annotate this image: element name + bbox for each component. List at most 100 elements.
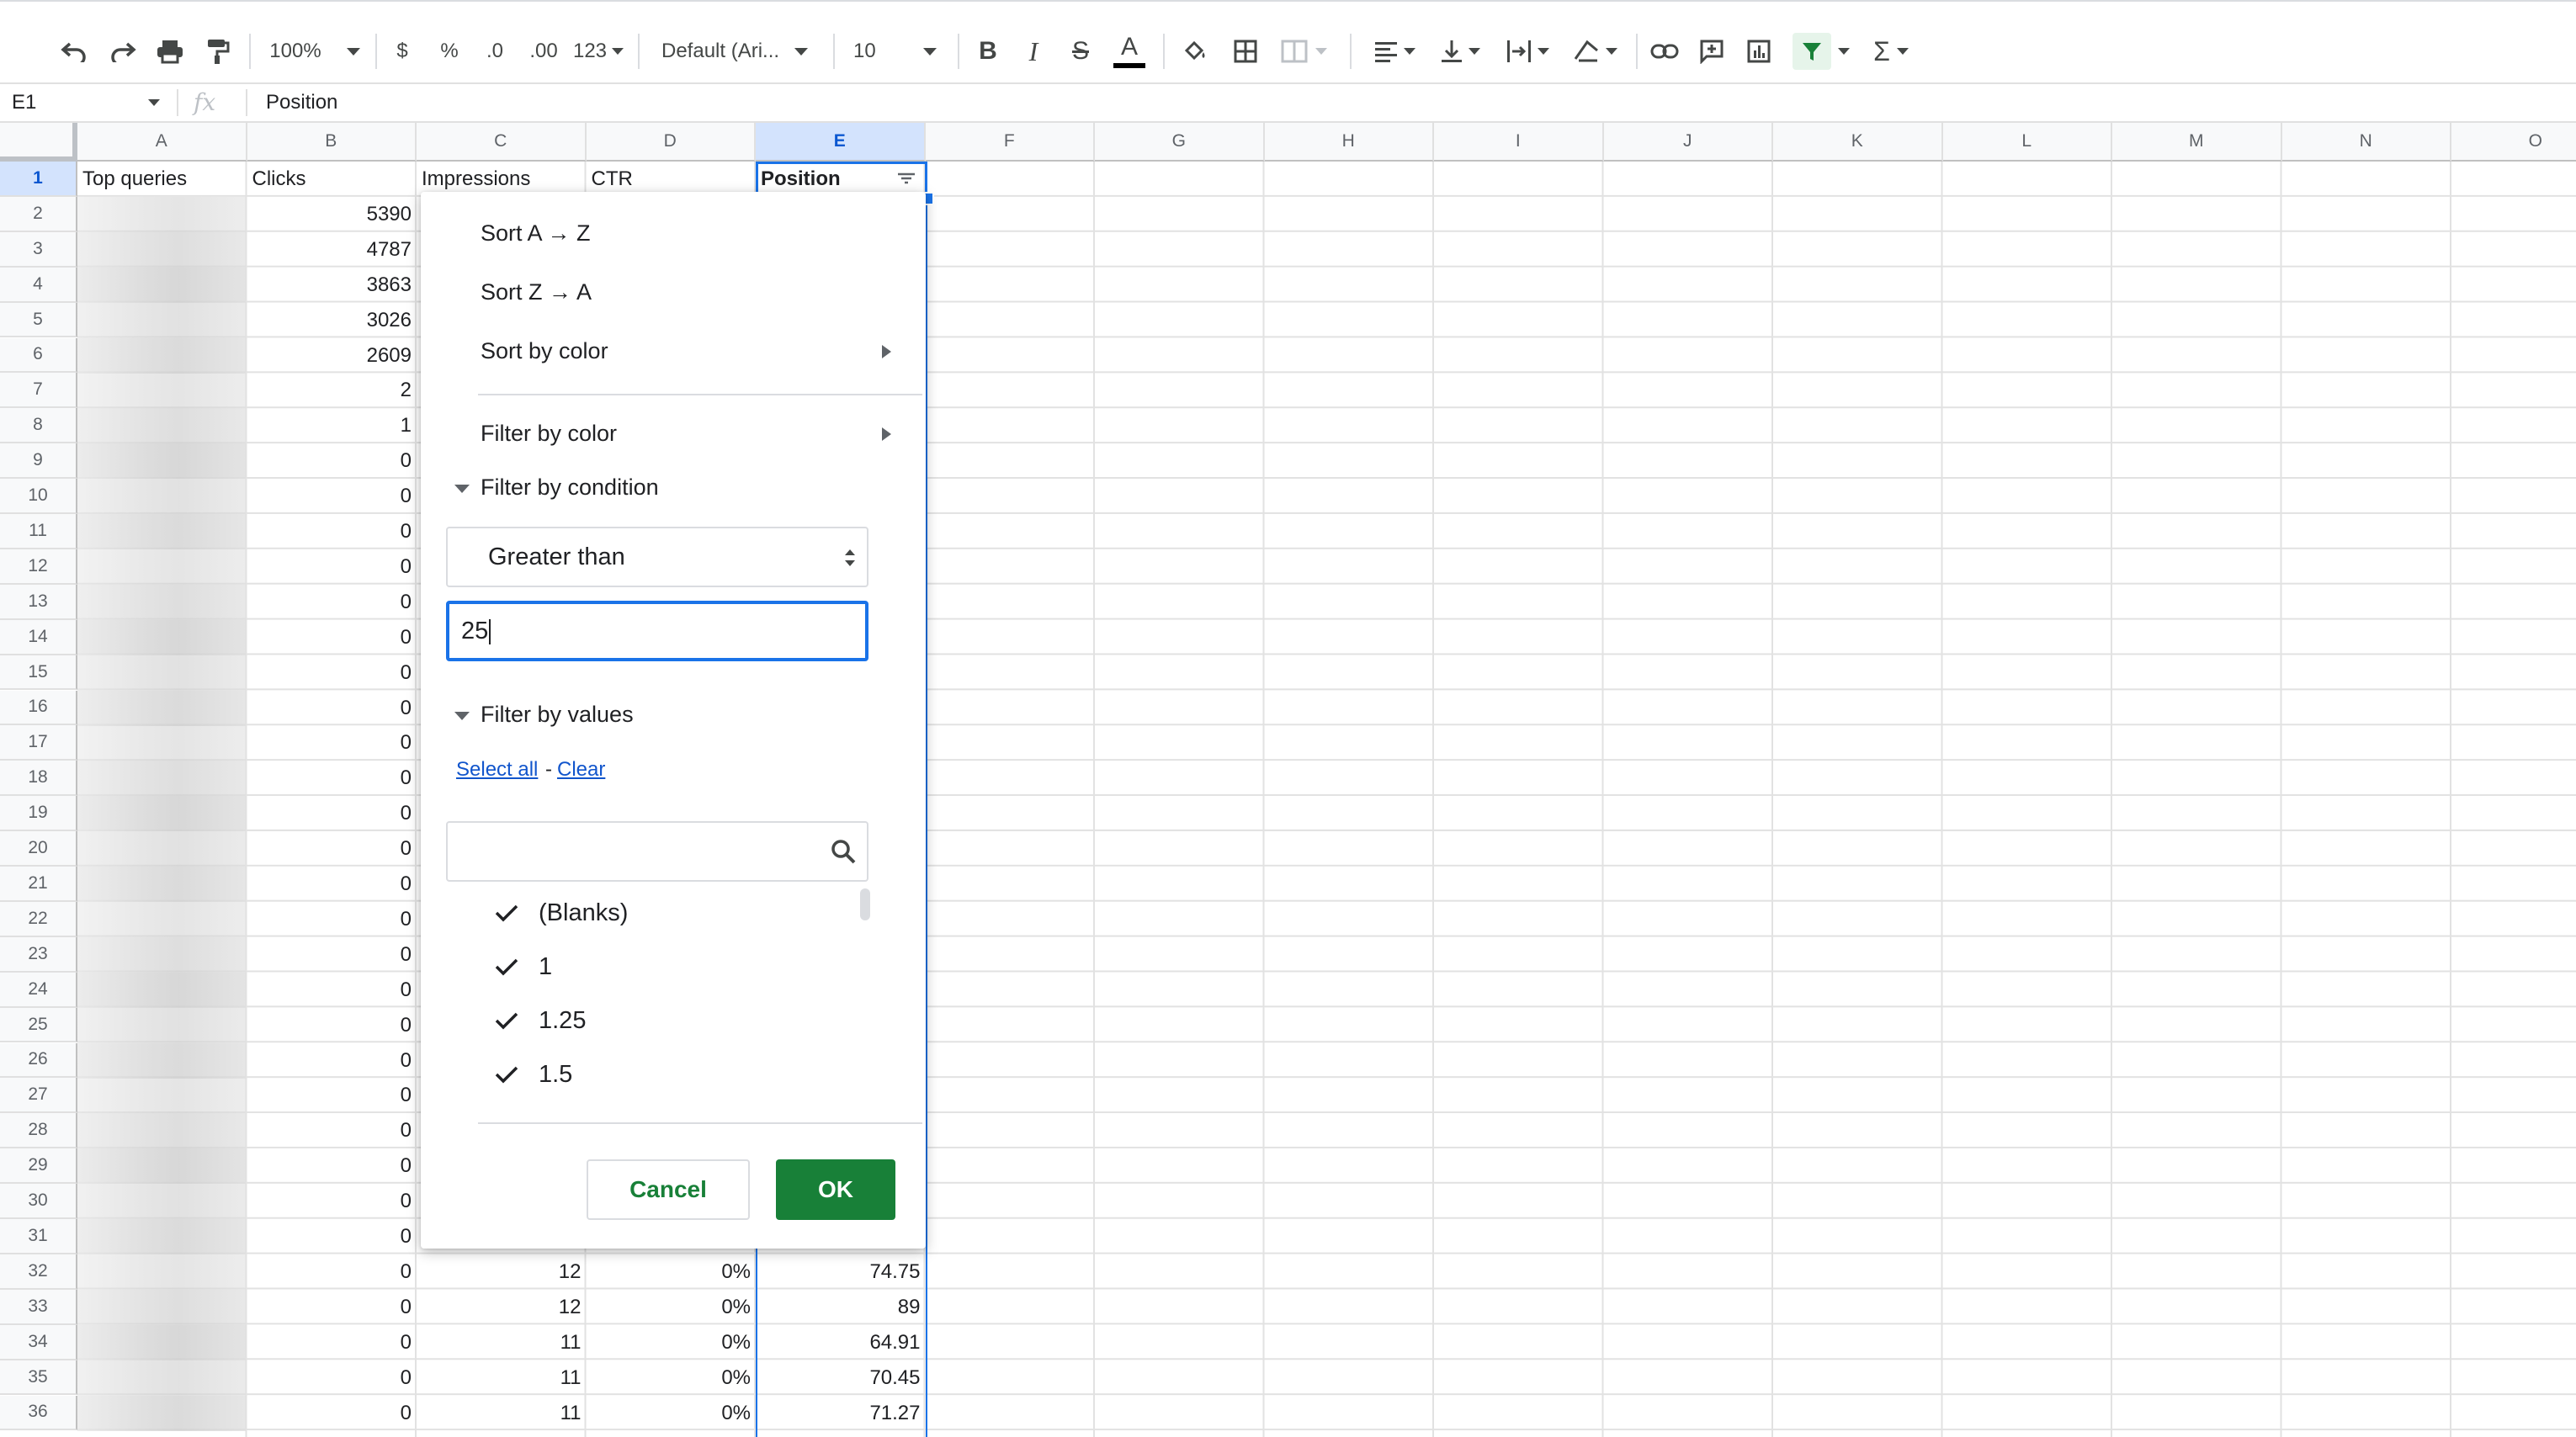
clicks-cell[interactable]: 0	[247, 691, 417, 726]
position-cell[interactable]: 64.91	[756, 1325, 926, 1360]
redacted-query-cell[interactable]	[77, 690, 246, 726]
clicks-cell[interactable]: 0	[247, 867, 417, 902]
clicks-cell[interactable]: 0	[247, 725, 417, 761]
redacted-query-cell[interactable]	[77, 584, 246, 620]
clear-link[interactable]: Clear	[557, 758, 605, 782]
clicks-cell[interactable]: 0	[247, 1325, 417, 1360]
row-header-31[interactable]: 31	[0, 1219, 77, 1254]
position-cell[interactable]: 71.27	[756, 1396, 926, 1431]
column-header-b[interactable]: B	[247, 123, 417, 162]
redacted-query-cell[interactable]	[77, 1289, 246, 1325]
redacted-query-cell[interactable]	[77, 1360, 246, 1396]
name-box-dropdown-icon[interactable]	[148, 99, 160, 106]
clicks-cell[interactable]: 2609	[247, 338, 417, 374]
row-header-34[interactable]: 34	[0, 1324, 77, 1360]
clicks-cell[interactable]: 0	[247, 1360, 417, 1396]
row-header-29[interactable]: 29	[0, 1148, 77, 1185]
column-header-i[interactable]: I	[1434, 123, 1604, 162]
clicks-cell[interactable]: 0	[247, 1254, 417, 1290]
row-header-2[interactable]: 2	[0, 196, 77, 232]
redacted-query-cell[interactable]	[77, 1007, 246, 1043]
clicks-cell[interactable]: 0	[247, 514, 417, 549]
value-option[interactable]: 1	[490, 946, 552, 988]
select-all-corner[interactable]	[0, 123, 77, 162]
row-header-27[interactable]: 27	[0, 1078, 77, 1114]
clicks-cell[interactable]: 0	[247, 1043, 417, 1079]
clicks-cell[interactable]: 0	[247, 1219, 417, 1254]
redacted-query-cell[interactable]	[77, 831, 246, 867]
clicks-cell[interactable]: 3863	[247, 268, 417, 303]
clicks-cell[interactable]: 3026	[247, 303, 417, 338]
redacted-query-cell[interactable]	[77, 936, 246, 973]
impressions-cell[interactable]: 11	[417, 1325, 587, 1360]
row-header-3[interactable]: 3	[0, 231, 77, 268]
column-header-f[interactable]: F	[925, 123, 1095, 162]
sort-z-a[interactable]: Sort Z → A	[481, 279, 592, 305]
position-cell[interactable]: 70.45	[756, 1360, 926, 1396]
column-header-e[interactable]: E	[756, 123, 926, 162]
redacted-query-cell[interactable]	[77, 549, 246, 585]
value-option[interactable]: 1.25	[490, 1000, 586, 1042]
row-header-17[interactable]: 17	[0, 725, 77, 761]
column-header-k[interactable]: K	[1773, 123, 1943, 162]
clicks-cell[interactable]: 0	[247, 1078, 417, 1113]
row-header-28[interactable]: 28	[0, 1113, 77, 1149]
clicks-cell[interactable]: 0	[247, 902, 417, 937]
row-header-20[interactable]: 20	[0, 831, 77, 867]
row-header-18[interactable]: 18	[0, 761, 77, 797]
column-header-m[interactable]: M	[2112, 123, 2282, 162]
position-cell[interactable]: 89	[756, 1290, 926, 1325]
ctr-cell[interactable]: 0%	[587, 1396, 757, 1431]
column-header-g[interactable]: G	[1095, 123, 1265, 162]
column-header-a[interactable]: A	[77, 123, 247, 162]
impressions-cell[interactable]: 12	[417, 1290, 587, 1325]
row-header-8[interactable]: 8	[0, 408, 77, 444]
clicks-cell[interactable]: 4787	[247, 232, 417, 268]
header-top-queries[interactable]: Top queries	[77, 162, 247, 197]
row-header-23[interactable]: 23	[0, 936, 77, 973]
row-header-33[interactable]: 33	[0, 1289, 77, 1325]
column-header-l[interactable]: L	[1942, 123, 2112, 162]
ctr-cell[interactable]: 0%	[587, 1254, 757, 1290]
clicks-cell[interactable]: 0	[247, 1008, 417, 1043]
cancel-button[interactable]: Cancel	[587, 1159, 750, 1220]
clicks-cell[interactable]: 0	[247, 585, 417, 620]
sort-a-z[interactable]: Sort A → Z	[481, 220, 591, 247]
redacted-query-cell[interactable]	[77, 1042, 246, 1079]
header-clicks[interactable]: Clicks	[247, 162, 417, 197]
row-header-13[interactable]: 13	[0, 584, 77, 620]
redacted-query-cell[interactable]	[77, 725, 246, 761]
redacted-query-cell[interactable]	[77, 1324, 246, 1360]
redacted-query-cell[interactable]	[77, 514, 246, 549]
row-header-21[interactable]: 21	[0, 867, 77, 902]
clicks-cell[interactable]: 0	[247, 1113, 417, 1148]
row-header-32[interactable]: 32	[0, 1254, 77, 1290]
redacted-query-cell[interactable]	[77, 761, 246, 797]
redacted-query-cell[interactable]	[77, 196, 246, 232]
row-header-5[interactable]: 5	[0, 302, 77, 338]
clicks-cell[interactable]: 2	[247, 373, 417, 408]
redacted-query-cell[interactable]	[77, 373, 246, 409]
impressions-cell[interactable]: 11	[417, 1360, 587, 1396]
clicks-cell[interactable]: 0	[247, 973, 417, 1008]
clicks-cell[interactable]: 0	[247, 549, 417, 585]
row-header-35[interactable]: 35	[0, 1360, 77, 1396]
values-scrollbar[interactable]	[860, 888, 870, 920]
clicks-cell[interactable]: 0	[247, 761, 417, 796]
row-header-25[interactable]: 25	[0, 1007, 77, 1043]
filter-by-color[interactable]: Filter by color	[481, 421, 617, 447]
clicks-cell[interactable]: 0	[247, 1184, 417, 1219]
redacted-query-cell[interactable]	[77, 302, 246, 338]
column-header-o[interactable]: O	[2451, 123, 2576, 162]
position-cell[interactable]: 74.75	[756, 1254, 926, 1290]
clicks-cell[interactable]: 0	[247, 1290, 417, 1325]
column-header-n[interactable]: N	[2281, 123, 2451, 162]
row-header-36[interactable]: 36	[0, 1395, 77, 1431]
impressions-cell[interactable]: 12	[417, 1254, 587, 1290]
filter-by-values-header[interactable]: Filter by values	[481, 702, 634, 728]
impressions-cell[interactable]: 11	[417, 1396, 587, 1431]
row-header-11[interactable]: 11	[0, 514, 77, 549]
row-header-19[interactable]: 19	[0, 796, 77, 832]
column-header-c[interactable]: C	[417, 123, 587, 162]
redacted-query-cell[interactable]	[77, 231, 246, 268]
